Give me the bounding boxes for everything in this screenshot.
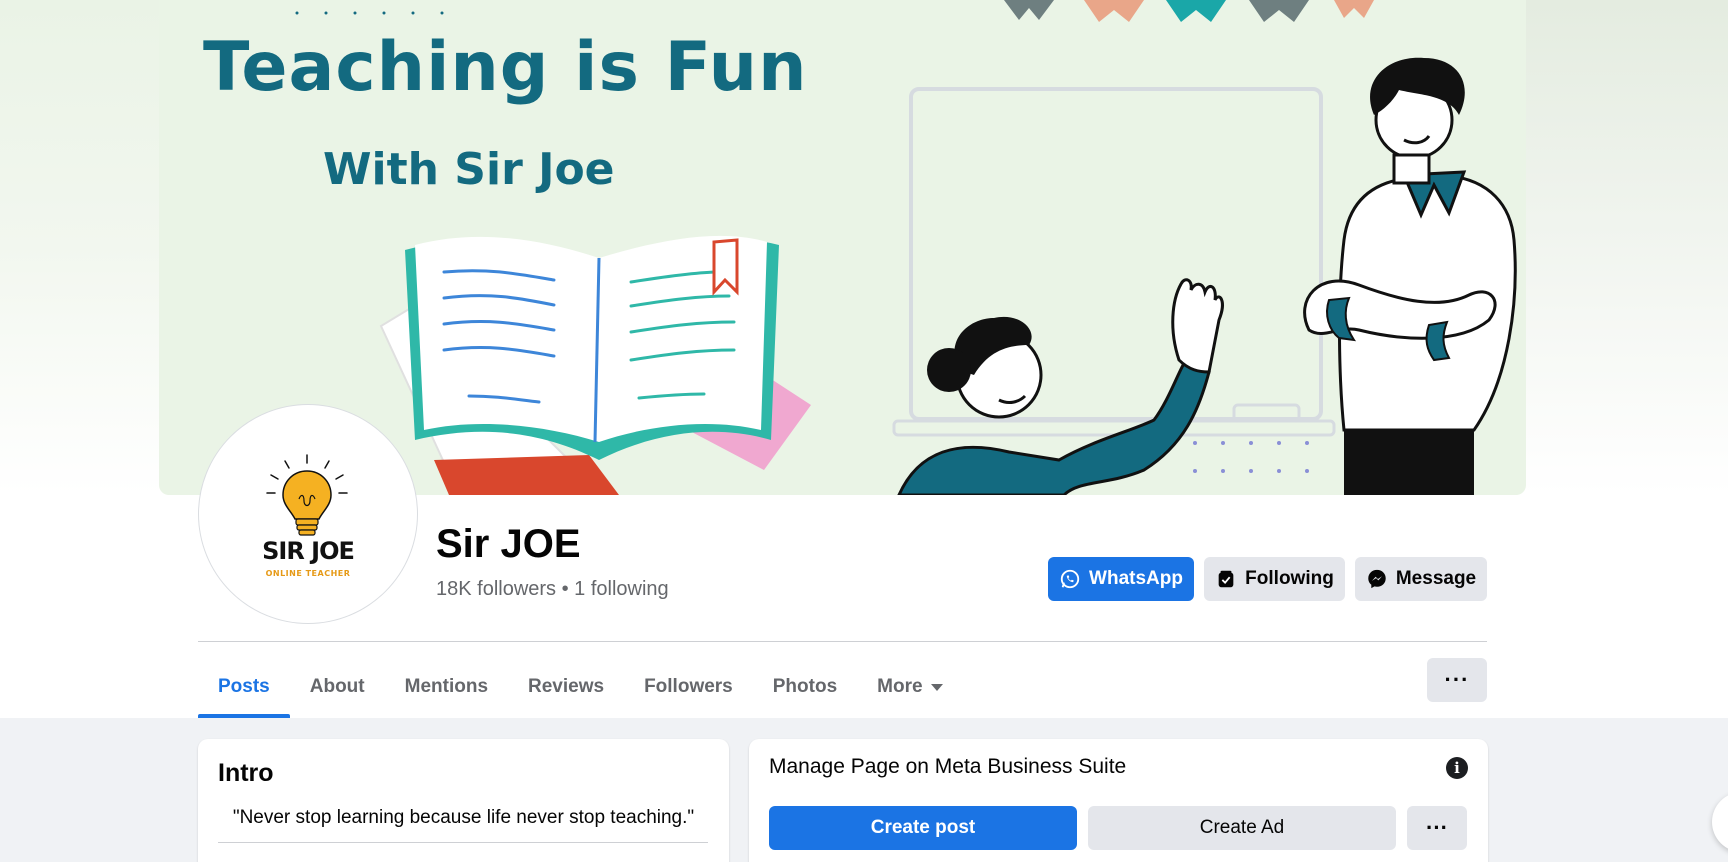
tab-about[interactable]: About [290,656,385,718]
tab-more[interactable]: More [857,656,962,718]
tab-followers[interactable]: Followers [624,656,753,718]
tab-mentions[interactable]: Mentions [385,656,508,718]
tab-posts[interactable]: Posts [198,656,290,718]
tab-label: Photos [772,676,838,697]
create-ad-button[interactable]: Create Ad [1088,806,1396,850]
manage-page-title: Manage Page on Meta Business Suite [769,755,1127,778]
profile-tabs: Posts About Mentions Reviews Followers P… [198,656,963,718]
tab-label: More [877,676,923,697]
message-button[interactable]: Message [1355,557,1487,601]
floating-action-button[interactable] [1712,792,1728,852]
intro-card: Intro "Never stop learning because life … [198,739,729,862]
tab-label: Reviews [528,676,605,697]
tab-label: About [309,676,365,697]
whatsapp-icon [1060,569,1080,589]
whatsapp-button[interactable]: WhatsApp [1048,557,1194,601]
background-right [1526,0,1728,495]
header-divider [198,641,1487,642]
cover-subtitle: With Sir Joe [323,144,615,195]
tab-photos[interactable]: Photos [753,656,857,718]
lightbulb-icon [266,454,348,536]
profile-logo-subtext: ONLINE TEACHER [265,569,351,578]
page-title: Sir JOE [436,522,581,566]
tab-label: Followers [644,676,733,697]
tab-label: Mentions [404,676,489,697]
info-icon[interactable]: i [1446,757,1468,779]
messenger-icon [1368,569,1386,589]
profile-logo-text: SIR JOE [262,537,355,565]
intro-divider [218,842,708,843]
whatsapp-label: WhatsApp [1089,568,1183,589]
following-check-icon [1218,570,1234,588]
tab-reviews[interactable]: Reviews [508,656,624,718]
following-button[interactable]: Following [1204,557,1345,601]
intro-bio: "Never stop learning because life never … [232,807,695,828]
manage-more-options-button[interactable]: ··· [1407,806,1467,850]
message-label: Message [1395,568,1477,589]
background-left [0,0,159,495]
intro-title: Intro [218,759,274,787]
create-post-button[interactable]: Create post [769,806,1077,850]
cover-title: Teaching is Fun [203,28,808,107]
manage-page-card: Manage Page on Meta Business Suite i Cre… [749,739,1488,862]
bunting-decoration [1004,0,1374,22]
profile-picture[interactable]: SIR JOE ONLINE TEACHER [199,405,417,623]
follower-stats[interactable]: 18K followers • 1 following [436,578,669,601]
profile-more-options-button[interactable]: ··· [1427,658,1487,702]
tab-label: Posts [218,676,270,697]
following-label: Following [1245,568,1334,589]
caret-down-icon [930,683,943,691]
